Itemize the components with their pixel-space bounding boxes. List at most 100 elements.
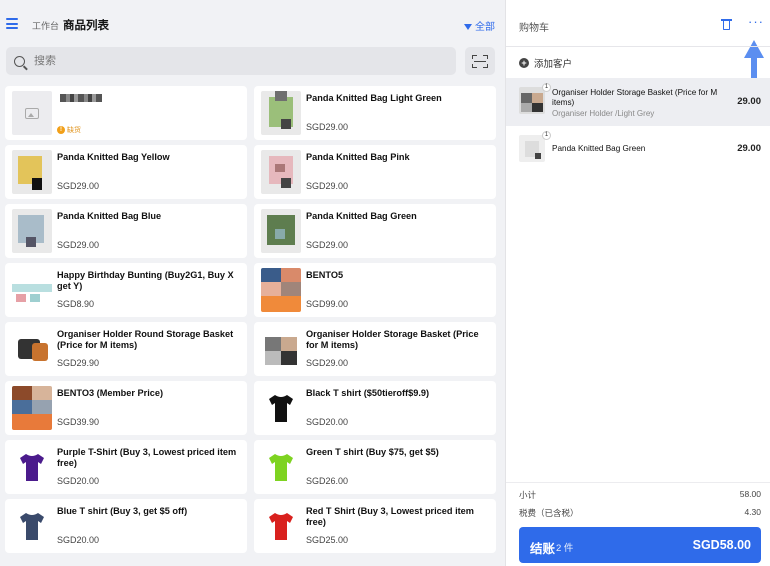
product-name: BENTO3 (Member Price)	[57, 388, 164, 398]
cart-item-variant: Organiser Holder /Light Grey	[552, 109, 655, 118]
product-price: SGD29.00	[57, 240, 100, 250]
product-price: SGD99.00	[306, 299, 349, 309]
redacted-product-name	[60, 94, 102, 102]
plus-circle-icon: +	[519, 58, 529, 68]
product-price: SGD26.00	[306, 476, 349, 486]
subtotal-row: 小计 58.00	[519, 489, 761, 501]
product-image	[261, 209, 301, 253]
cart-item-name: Panda Knitted Bag Green	[552, 144, 646, 153]
more-dots-icon[interactable]: ···	[748, 15, 764, 28]
cart-item-name: Organiser Holder Storage Basket (Price f…	[552, 88, 718, 107]
tax-label: 税费（已含税）	[519, 508, 579, 518]
trash-icon[interactable]	[721, 18, 732, 31]
cart-pane: 购物车 ··· + 添加客户 1 Organiser Holder Storag…	[505, 0, 770, 566]
product-name: Organiser Holder Storage Basket (Price f…	[306, 329, 479, 350]
quantity-badge: 1	[542, 131, 551, 140]
product-name: Purple T-Shirt (Buy 3, Lowest priced ite…	[57, 447, 237, 468]
product-card[interactable]: Organiser Holder Round Storage Basket (P…	[5, 322, 247, 376]
cart-line-item[interactable]: 1 Panda Knitted Bag Green 29.00	[506, 126, 770, 174]
product-price: SGD25.00	[306, 535, 349, 545]
product-image	[12, 209, 52, 253]
product-image	[261, 327, 301, 371]
divider	[506, 46, 770, 47]
product-card[interactable]: Panda Knitted Bag Pink SGD29.00	[254, 145, 496, 199]
product-name: Organiser Holder Round Storage Basket (P…	[57, 329, 234, 350]
product-image	[261, 150, 301, 194]
product-image	[261, 91, 301, 135]
product-grid: ! 缺货 Panda Knitted Bag Light Green SGD29…	[5, 86, 497, 553]
product-name: Panda Knitted Bag Light Green	[306, 93, 442, 103]
hamburger-menu-icon[interactable]	[6, 18, 18, 29]
product-image	[519, 87, 545, 114]
product-price: SGD20.00	[306, 417, 349, 427]
add-customer-label: 添加客户	[534, 59, 573, 70]
funnel-icon	[464, 23, 472, 30]
barcode-scan-icon	[472, 54, 488, 68]
product-image	[12, 150, 52, 194]
product-price: SGD29.00	[57, 181, 100, 191]
product-price: SGD29.00	[306, 240, 349, 250]
page-title: 商品列表	[63, 20, 109, 32]
product-card[interactable]: Blue T shirt (Buy 3, get $5 off) SGD20.0…	[5, 499, 247, 553]
product-image	[12, 386, 52, 430]
product-card[interactable]: ! 缺货	[5, 86, 247, 140]
product-card[interactable]: BENTO3 (Member Price) SGD39.90	[5, 381, 247, 435]
product-price: SGD39.90	[57, 417, 100, 427]
checkout-button[interactable]: 结账 2 件 SGD58.00	[519, 527, 761, 563]
product-image	[12, 504, 52, 548]
product-name: Panda Knitted Bag Pink	[306, 152, 410, 162]
product-image	[12, 445, 52, 489]
checkout-total: SGD58.00	[692, 538, 751, 552]
product-price: SGD20.00	[57, 535, 100, 545]
tax-value: 4.30	[744, 507, 761, 517]
product-name: Black T shirt ($50tieroff$9.9)	[306, 388, 430, 398]
product-image	[12, 327, 52, 371]
subtotal-label: 小计	[519, 490, 537, 500]
top-bar: 工作台 商品列表 全部	[0, 0, 505, 44]
product-price: SGD29.90	[57, 358, 100, 368]
cart-title: 购物车	[519, 23, 549, 34]
product-card[interactable]: Black T shirt ($50tieroff$9.9) SGD20.00	[254, 381, 496, 435]
add-customer-button[interactable]: + 添加客户	[519, 56, 572, 70]
product-name: BENTO5	[306, 270, 344, 280]
filter-button[interactable]: 全部	[464, 18, 495, 33]
product-card[interactable]: Green T shirt (Buy $75, get $5) SGD26.00	[254, 440, 496, 494]
tax-row: 税费（已含税） 4.30	[519, 507, 761, 519]
checkout-label: 结账	[530, 542, 556, 556]
product-name: Panda Knitted Bag Blue	[57, 211, 162, 221]
product-price: SGD29.00	[306, 358, 349, 368]
product-card[interactable]: Purple T-Shirt (Buy 3, Lowest priced ite…	[5, 440, 247, 494]
product-name: Green T shirt (Buy $75, get $5)	[306, 447, 439, 457]
product-image	[261, 445, 301, 489]
product-card[interactable]: Organiser Holder Storage Basket (Price f…	[254, 322, 496, 376]
cart-item-price: 29.00	[737, 96, 761, 107]
cart-item-price: 29.00	[737, 143, 761, 154]
product-image	[12, 268, 52, 312]
quantity-badge: 1	[542, 83, 551, 92]
product-name: Panda Knitted Bag Green	[306, 211, 417, 221]
product-card[interactable]: Happy Birthday Bunting (Buy2G1, Buy X ge…	[5, 263, 247, 317]
checkout-item-count: 2 件	[556, 543, 574, 554]
search-bar	[6, 47, 456, 75]
search-input[interactable]	[34, 55, 414, 67]
product-card[interactable]: Panda Knitted Bag Green SGD29.00	[254, 204, 496, 258]
product-name: Panda Knitted Bag Yellow	[57, 152, 170, 162]
product-card[interactable]: Red T Shirt (Buy 3, Lowest priced item f…	[254, 499, 496, 553]
barcode-scan-button[interactable]	[465, 47, 495, 75]
cart-line-item[interactable]: 1 Organiser Holder Storage Basket (Price…	[506, 78, 770, 126]
product-list-pane: 工作台 商品列表 全部 ! 缺货	[0, 0, 505, 566]
divider	[506, 482, 770, 483]
breadcrumb[interactable]: 工作台	[32, 19, 59, 32]
product-name: Blue T shirt (Buy 3, get $5 off)	[57, 506, 188, 516]
product-price: SGD29.00	[306, 122, 349, 132]
image-placeholder-icon	[12, 91, 52, 135]
search-icon	[14, 55, 25, 67]
product-card[interactable]: Panda Knitted Bag Blue SGD29.00	[5, 204, 247, 258]
product-price: SGD29.00	[306, 181, 349, 191]
product-image	[261, 268, 301, 312]
product-card[interactable]: BENTO5 SGD99.00	[254, 263, 496, 317]
subtotal-value: 58.00	[739, 489, 761, 499]
product-card[interactable]: Panda Knitted Bag Light Green SGD29.00	[254, 86, 496, 140]
product-card[interactable]: Panda Knitted Bag Yellow SGD29.00	[5, 145, 247, 199]
warning-icon: !	[57, 126, 65, 134]
